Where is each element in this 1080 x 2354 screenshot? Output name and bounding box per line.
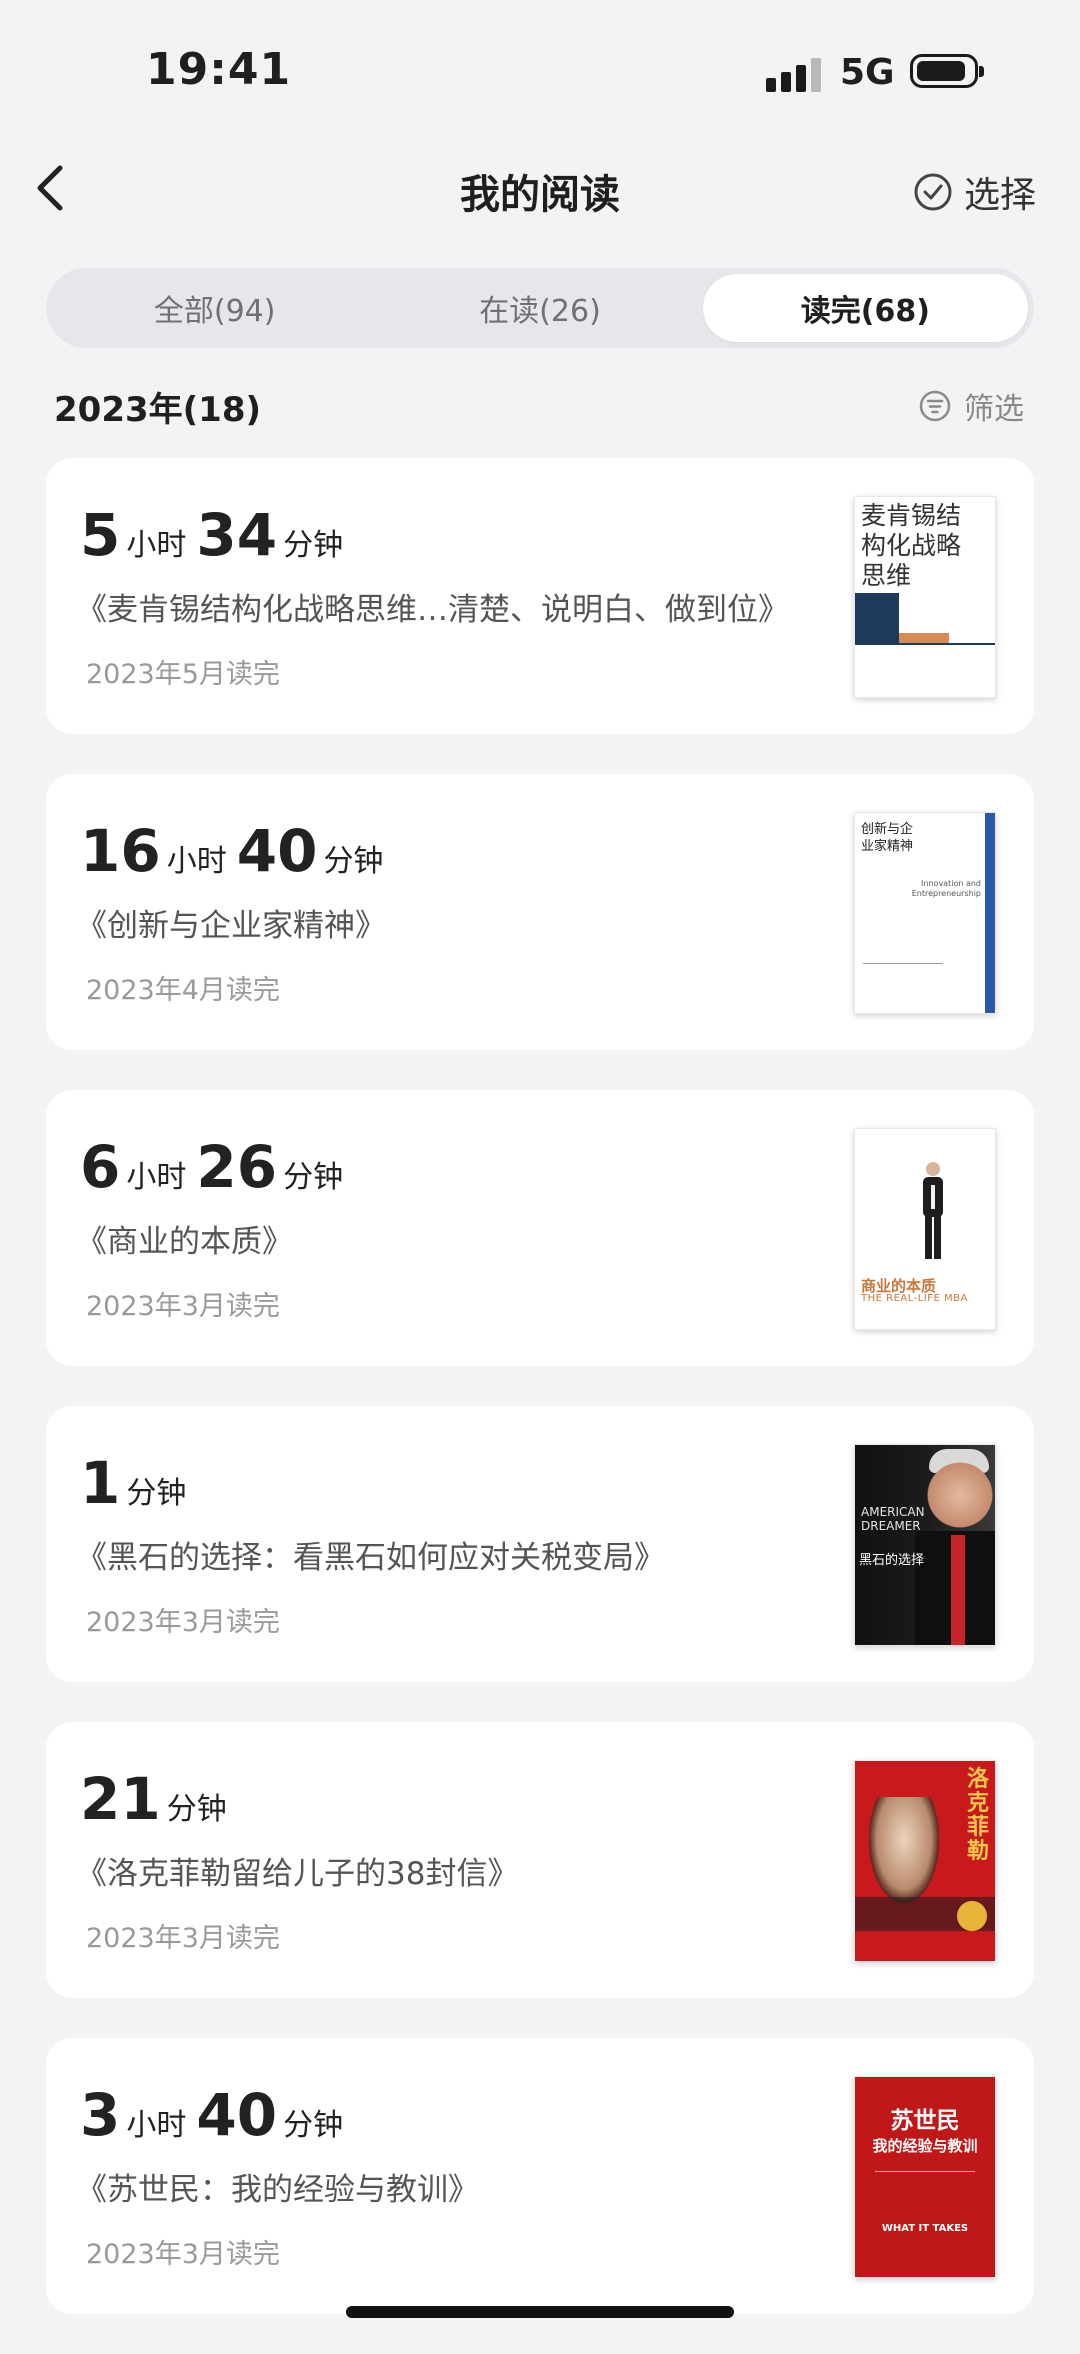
cover-subtitle: 我的经验与教训 xyxy=(872,2137,978,2155)
filter-label: 筛选 xyxy=(964,392,1024,427)
reading-duration: 1 分钟 xyxy=(80,1454,196,1512)
battery-icon xyxy=(910,54,984,88)
book-card[interactable]: 21 分钟 《洛克菲勒留给儿子的38封信》 2023年3月读完 洛克菲勒 xyxy=(46,1722,1034,1998)
hours-value: 5 xyxy=(80,501,121,569)
hours-value: 3 xyxy=(80,2081,121,2149)
year-header: 2023年(18) xyxy=(54,390,262,430)
book-card[interactable]: 1 分钟 《黑石的选择：看黑石如何应对关税变局》 2023年3月读完 AMERI… xyxy=(46,1406,1034,1682)
hours-unit: 小时 xyxy=(166,844,227,879)
minutes-value: 21 xyxy=(80,1765,161,1833)
reading-duration: 16 小时 40 分钟 xyxy=(80,822,393,880)
finish-date: 2023年3月读完 xyxy=(86,1291,280,1322)
select-button[interactable]: 选择 xyxy=(912,166,1036,218)
book-title: 《苏世民：我的经验与教训》 xyxy=(76,2172,479,2208)
cover-title: 创新与企业家精神 xyxy=(861,822,914,854)
minutes-value: 40 xyxy=(236,817,318,885)
home-indicator[interactable] xyxy=(346,2306,734,2318)
hours-unit: 小时 xyxy=(126,528,187,563)
minutes-unit: 分钟 xyxy=(126,1476,187,1511)
minutes-value: 26 xyxy=(196,1133,278,1201)
finish-date: 2023年3月读完 xyxy=(86,1607,280,1638)
book-title: 《洛克菲勒留给儿子的38封信》 xyxy=(76,1856,519,1892)
tab-finished[interactable]: 读完(68) xyxy=(702,274,1028,342)
hours-unit: 小时 xyxy=(126,1160,187,1195)
hours-value: 6 xyxy=(80,1133,121,1201)
hours-value: 16 xyxy=(80,817,161,885)
book-title: 《商业的本质》 xyxy=(76,1224,293,1260)
book-title: 《创新与企业家精神》 xyxy=(76,908,386,944)
minutes-unit: 分钟 xyxy=(283,1160,344,1195)
person-illustration xyxy=(923,1162,943,1259)
book-card[interactable]: 16 小时 40 分钟 《创新与企业家精神》 2023年4月读完 创新与企业家精… xyxy=(46,774,1034,1050)
minutes-unit: 分钟 xyxy=(283,528,344,563)
book-cover[interactable]: 商业的本质 THE REAL-LIFE MBA xyxy=(854,1128,996,1330)
minutes-value: 1 xyxy=(80,1449,121,1517)
reading-duration: 5 小时 34 分钟 xyxy=(80,506,353,564)
reading-duration: 6 小时 26 分钟 xyxy=(80,1138,353,1196)
minutes-value: 34 xyxy=(196,501,278,569)
minutes-value: 40 xyxy=(196,2081,278,2149)
cover-subtitle: THE REAL-LIFE MBA xyxy=(861,1293,968,1304)
finish-date: 2023年3月读完 xyxy=(86,1923,280,1954)
minutes-unit: 分钟 xyxy=(323,844,384,879)
cover-title: 麦肯锡结构化战略思维 xyxy=(861,501,962,590)
cover-footer: WHAT IT TAKES xyxy=(881,2223,969,2234)
check-circle-icon xyxy=(914,173,952,211)
minutes-unit: 分钟 xyxy=(166,1792,227,1827)
minutes-unit: 分钟 xyxy=(283,2108,344,2143)
book-title: 《麦肯锡结构化战略思维…清楚、说明白、做到位》 xyxy=(76,592,789,628)
cover-title: 洛克菲勒 xyxy=(966,1766,989,1864)
book-list: 5 小时 34 分钟 《麦肯锡结构化战略思维…清楚、说明白、做到位》 2023年… xyxy=(46,458,1034,2354)
signal-icon xyxy=(766,58,822,92)
reading-status-tabs: 全部(94) 在读(26) 读完(68) xyxy=(46,268,1034,348)
cover-title: 黑石的选择 xyxy=(859,1553,925,1568)
hours-unit: 小时 xyxy=(126,2108,187,2143)
status-time: 19:41 xyxy=(146,44,292,95)
book-title: 《黑石的选择：看黑石如何应对关税变局》 xyxy=(76,1540,665,1576)
book-card[interactable]: 5 小时 34 分钟 《麦肯锡结构化战略思维…清楚、说明白、做到位》 2023年… xyxy=(46,458,1034,734)
select-label: 选择 xyxy=(964,175,1037,216)
network-label: 5G xyxy=(840,52,895,93)
tab-all[interactable]: 全部(94) xyxy=(52,274,377,342)
cover-subtitle: Innovation and Entrepreneurship xyxy=(911,879,981,898)
tab-reading[interactable]: 在读(26) xyxy=(377,274,702,342)
filter-icon xyxy=(919,390,951,422)
cover-subtitle: AMERICAN DREAMER xyxy=(861,1505,925,1533)
cover-title: 苏世民 xyxy=(890,2107,960,2134)
finish-date: 2023年4月读完 xyxy=(86,975,280,1006)
filter-button[interactable]: 筛选 xyxy=(918,384,1024,428)
book-card[interactable]: 3 小时 40 分钟 《苏世民：我的经验与教训》 2023年3月读完 苏世民 我… xyxy=(46,2038,1034,2314)
book-card[interactable]: 6 小时 26 分钟 《商业的本质》 2023年3月读完 商业的本质 THE R… xyxy=(46,1090,1034,1366)
book-cover[interactable]: 苏世民 我的经验与教训 WHAT IT TAKES xyxy=(854,2076,996,2278)
book-cover[interactable]: 麦肯锡结构化战略思维 xyxy=(854,496,996,698)
reading-duration: 21 分钟 xyxy=(80,1770,237,1828)
reading-duration: 3 小时 40 分钟 xyxy=(80,2086,353,2144)
finish-date: 2023年5月读完 xyxy=(86,659,280,690)
book-cover[interactable]: AMERICAN DREAMER 黑石的选择 xyxy=(854,1444,996,1646)
book-cover[interactable]: 创新与企业家精神 Innovation and Entrepreneurship xyxy=(854,812,996,1014)
book-cover[interactable]: 洛克菲勒 xyxy=(854,1760,996,1962)
finish-date: 2023年3月读完 xyxy=(86,2239,280,2270)
